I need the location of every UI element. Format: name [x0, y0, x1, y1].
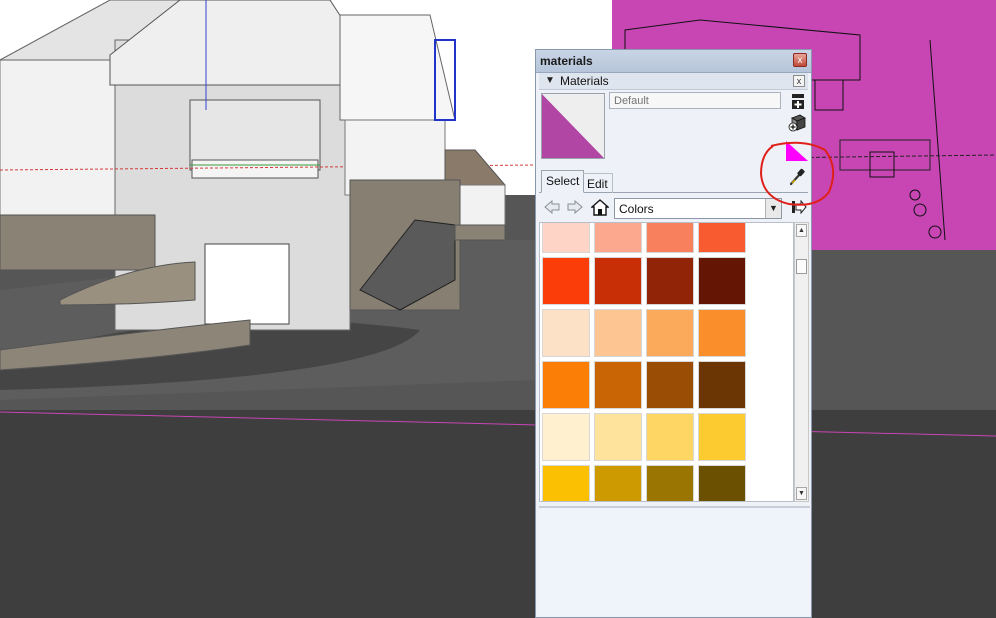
secondary-pane-icon [792, 94, 804, 109]
color-swatch[interactable] [646, 361, 694, 409]
forward-button[interactable] [566, 198, 584, 216]
materials-window: materials x ▼ Materials x Default Select… [535, 49, 812, 618]
close-icon: x [797, 55, 803, 66]
color-swatch[interactable] [646, 257, 694, 305]
color-swatch[interactable] [698, 223, 746, 253]
material-preview [541, 93, 605, 159]
color-swatch[interactable] [698, 465, 746, 501]
back-button[interactable] [543, 198, 561, 216]
window-title: materials [540, 54, 593, 68]
details-arrow-icon [792, 200, 807, 214]
materials-panel-header[interactable]: ▼ Materials x [539, 73, 808, 90]
color-swatch[interactable] [594, 309, 642, 357]
color-swatch[interactable] [542, 257, 590, 305]
arrow-left-icon [544, 200, 560, 214]
home-icon [591, 198, 609, 216]
scroll-down-icon[interactable]: ▼ [796, 487, 807, 500]
swatch-grid [539, 222, 794, 502]
color-swatch[interactable] [594, 465, 642, 501]
panel-title: Materials [560, 74, 609, 88]
create-material-icon [788, 114, 806, 132]
scroll-up-icon[interactable]: ▲ [796, 224, 807, 237]
details-button[interactable] [790, 198, 808, 216]
scene-drawing [0, 0, 996, 618]
tab-select[interactable]: Select [541, 170, 585, 193]
panel-close-button[interactable]: x [793, 75, 805, 87]
secondary-pane [539, 506, 810, 616]
color-swatch[interactable] [646, 413, 694, 461]
color-swatch[interactable] [542, 223, 590, 253]
collapse-triangle-icon[interactable]: ▼ [545, 75, 555, 86]
color-swatch[interactable] [594, 413, 642, 461]
window-close-button[interactable]: x [793, 53, 807, 67]
color-swatch[interactable] [698, 309, 746, 357]
color-swatch[interactable] [594, 257, 642, 305]
color-swatch[interactable] [542, 465, 590, 501]
color-swatch[interactable] [542, 413, 590, 461]
color-swatch[interactable] [646, 223, 694, 253]
library-select-value: Colors [619, 202, 654, 216]
color-swatch[interactable] [698, 257, 746, 305]
default-paint-button[interactable] [786, 141, 808, 161]
color-swatch[interactable] [542, 361, 590, 409]
close-icon: x [796, 76, 802, 86]
create-material-button[interactable] [788, 114, 806, 132]
material-name-input[interactable] [609, 92, 781, 109]
arrow-right-icon [567, 200, 583, 214]
color-swatch[interactable] [698, 413, 746, 461]
in-model-button[interactable] [591, 198, 609, 216]
library-nav: Colors ▼ [539, 195, 808, 221]
display-secondary-pane-button[interactable] [789, 93, 807, 111]
color-swatch[interactable] [542, 309, 590, 357]
paint-triangle-icon [786, 141, 808, 161]
swatch-scrollbar[interactable]: ▲ ▼ [794, 222, 809, 502]
color-swatch[interactable] [646, 465, 694, 501]
model-viewport[interactable] [0, 0, 996, 618]
window-title-bar[interactable]: materials x [536, 50, 811, 73]
tab-edit[interactable]: Edit [583, 173, 613, 193]
tab-bar: Select Edit [539, 164, 808, 193]
library-select[interactable]: Colors ▼ [614, 198, 782, 219]
color-swatch[interactable] [594, 361, 642, 409]
color-swatch[interactable] [646, 309, 694, 357]
color-swatch[interactable] [698, 361, 746, 409]
scroll-thumb[interactable] [796, 259, 807, 274]
color-swatch[interactable] [594, 223, 642, 253]
chevron-down-icon[interactable]: ▼ [765, 199, 781, 218]
